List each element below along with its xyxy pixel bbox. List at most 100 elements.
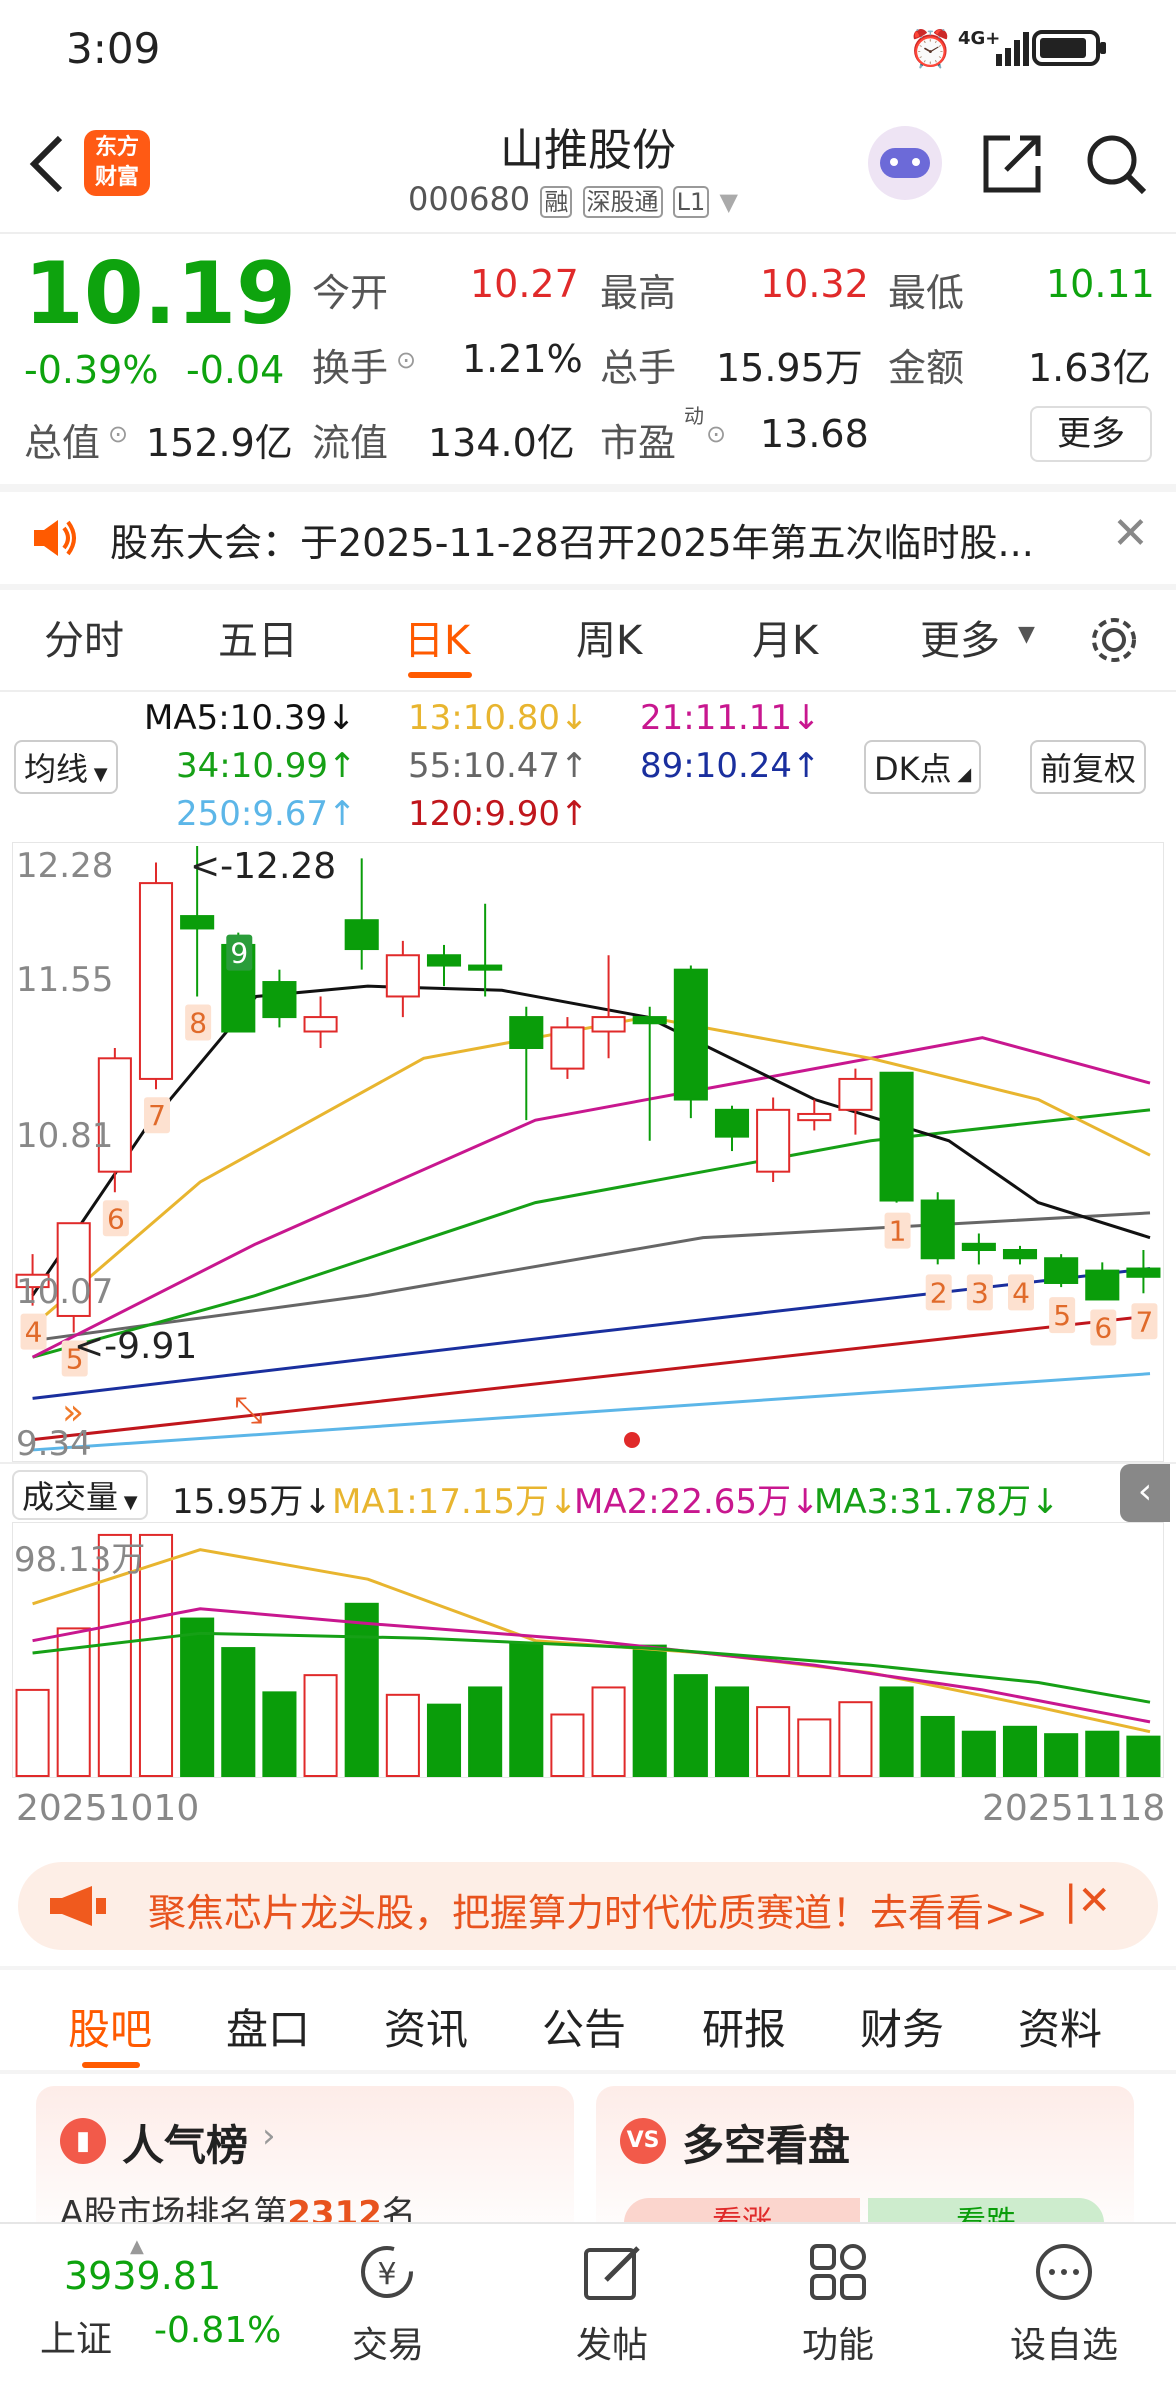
nav-add-watchlist[interactable]: 设自选 bbox=[1010, 2316, 1118, 2368]
nav-trade[interactable]: 交易 bbox=[352, 2316, 424, 2368]
open-label: 今开 bbox=[312, 271, 389, 315]
watchlist-dots-icon[interactable] bbox=[1034, 2242, 1094, 2302]
y-tick-3: 10.81 bbox=[16, 1116, 114, 1156]
mktcap-value: 152.9亿 bbox=[146, 421, 293, 465]
volume-value: 15.95万 bbox=[716, 346, 863, 390]
network-label: 4G+ bbox=[958, 28, 1001, 49]
trade-yen-icon[interactable]: ¥ bbox=[354, 2242, 420, 2302]
ma34-line bbox=[32, 1108, 1151, 1359]
candle-body bbox=[303, 1016, 338, 1033]
tab-orderbook[interactable]: 盘口 bbox=[226, 1996, 310, 2057]
turnover-value: 1.21% bbox=[462, 337, 583, 381]
candle bbox=[385, 940, 420, 1018]
caret-up-icon: ▲ bbox=[130, 2236, 144, 2257]
dk-point-select[interactable]: DK点 ◢ bbox=[864, 740, 982, 794]
gear-icon[interactable] bbox=[1088, 614, 1140, 666]
tab-announcements[interactable]: 公告 bbox=[542, 1996, 626, 2057]
tab-monthly-k[interactable]: 月K bbox=[752, 608, 818, 666]
candle bbox=[756, 1097, 791, 1182]
info-icon[interactable]: ⊙ bbox=[108, 420, 128, 448]
info-icon[interactable]: ⊙ bbox=[706, 420, 726, 448]
collapse-arrow-icon[interactable]: ‹ bbox=[1120, 1464, 1170, 1522]
down-mark: 3 bbox=[966, 1274, 993, 1311]
tab-more[interactable]: 更多 bbox=[920, 608, 1000, 666]
event-dot[interactable] bbox=[624, 1432, 640, 1448]
search-icon[interactable] bbox=[1084, 132, 1148, 196]
volume-bar bbox=[509, 1642, 544, 1777]
candle-body bbox=[797, 1112, 832, 1122]
volume-bar bbox=[1126, 1735, 1161, 1777]
volume-bar bbox=[180, 1617, 215, 1777]
stock-code-line: 000680 融 深股通 L1 ▼ bbox=[408, 180, 738, 218]
tab-forum[interactable]: 股吧 bbox=[68, 1996, 152, 2057]
ma34-value: 34:10.99↑ bbox=[176, 746, 357, 786]
candlestick-chart[interactable]: 45678912 3 45 6 7 bbox=[12, 842, 1164, 1462]
candle bbox=[1126, 1250, 1161, 1294]
low-annotation: <-9.91 bbox=[74, 1326, 198, 1367]
candle-body bbox=[879, 1071, 914, 1202]
promo-banner[interactable]: 聚焦芯片龙头股，把握算力时代优质赛道！去看看>> |✕ bbox=[18, 1862, 1158, 1950]
expand-arrows-icon[interactable]: ⤡ bbox=[234, 1390, 263, 1432]
ma250-line bbox=[32, 1372, 1151, 1452]
vs-icon: VS bbox=[620, 2118, 666, 2164]
candle bbox=[714, 1105, 750, 1152]
candle bbox=[344, 858, 379, 970]
candle bbox=[468, 903, 503, 997]
post-pen-icon[interactable] bbox=[582, 2242, 644, 2302]
tab-research[interactable]: 研报 bbox=[702, 1996, 786, 2057]
tab-financials[interactable]: 财务 bbox=[860, 1996, 944, 2057]
index-pct[interactable]: -0.81% bbox=[154, 2310, 281, 2351]
info-icon[interactable]: ⊙ bbox=[396, 346, 416, 374]
volume-ma1: MA1:17.15万↓ bbox=[332, 1482, 578, 1522]
change-pct: -0.39% bbox=[24, 348, 159, 392]
volume-ma2: MA2:22.65万↓ bbox=[574, 1482, 820, 1522]
adjust-select[interactable]: 前复权 bbox=[1030, 740, 1147, 794]
double-chevron-icon[interactable]: » bbox=[62, 1392, 84, 1433]
chevron-down-icon[interactable]: ▼ bbox=[1018, 622, 1035, 647]
chevron-down-icon[interactable]: ▼ bbox=[719, 188, 737, 216]
bottom-nav: 3939.81 ▲ 上证 -0.81% ¥ 交易 发帖 功能 设自选 bbox=[0, 2222, 1176, 2400]
buy-mark-label: 6 bbox=[107, 1202, 125, 1235]
volume-bar bbox=[632, 1644, 667, 1778]
more-button[interactable]: 更多 bbox=[1030, 406, 1152, 462]
ma89-value: 89:10.24↑ bbox=[640, 746, 821, 786]
svg-text:¥: ¥ bbox=[377, 2257, 396, 2292]
ma13-value: 13:10.80↓ bbox=[408, 698, 589, 738]
notice-text: 股东大会：于2025-11-28召开2025年第五次临时股... bbox=[110, 521, 1034, 565]
candle-body bbox=[673, 968, 708, 1101]
candle-body bbox=[426, 954, 462, 967]
volume-bar bbox=[879, 1686, 914, 1777]
nav-post[interactable]: 发帖 bbox=[576, 2316, 648, 2368]
index-value[interactable]: 3939.81 bbox=[64, 2254, 221, 2298]
tab-news[interactable]: 资讯 bbox=[384, 1996, 468, 2057]
volume-chart[interactable] bbox=[12, 1522, 1164, 1778]
share-icon[interactable] bbox=[980, 132, 1044, 196]
index-name[interactable]: 上证 bbox=[40, 2310, 112, 2362]
candle-body bbox=[961, 1242, 996, 1251]
buy-mark: 4 bbox=[20, 1313, 47, 1350]
ma-legend: MA5:10.39↓ 13:10.80↓ 21:11.11↓ 均线 ▼ 34:1… bbox=[0, 694, 1176, 840]
ai-assistant-avatar[interactable] bbox=[868, 126, 942, 200]
nav-functions[interactable]: 功能 bbox=[802, 2316, 874, 2368]
candle-body bbox=[1044, 1257, 1079, 1284]
down-mark-label: 5 bbox=[1053, 1299, 1071, 1332]
functions-grid-icon[interactable] bbox=[808, 2242, 868, 2302]
volume-bar bbox=[344, 1602, 379, 1777]
close-icon[interactable]: |✕ bbox=[1064, 1878, 1111, 1924]
tab-timeshare[interactable]: 分时 bbox=[44, 608, 124, 666]
buy-mark-label: 8 bbox=[189, 1006, 207, 1039]
volume-select[interactable]: 成交量 ▼ bbox=[12, 1470, 148, 1520]
tab-profile[interactable]: 资料 bbox=[1018, 1996, 1102, 2057]
tab-daily-k[interactable]: 日K bbox=[404, 608, 470, 666]
close-icon[interactable]: ✕ bbox=[1112, 508, 1149, 559]
change-value: -0.04 bbox=[186, 348, 285, 392]
chevron-right-icon[interactable]: › bbox=[262, 2116, 276, 2156]
volume-bar bbox=[756, 1706, 791, 1777]
ma-select[interactable]: 均线 ▼ bbox=[14, 740, 118, 794]
candle-body bbox=[550, 1026, 585, 1070]
tab-weekly-k[interactable]: 周K bbox=[576, 608, 642, 666]
candle-body bbox=[180, 915, 215, 930]
tab-five-day[interactable]: 五日 bbox=[218, 608, 298, 666]
volume-bar bbox=[550, 1713, 585, 1777]
notice-bar[interactable]: 股东大会：于2025-11-28召开2025年第五次临时股... ✕ bbox=[0, 492, 1176, 584]
